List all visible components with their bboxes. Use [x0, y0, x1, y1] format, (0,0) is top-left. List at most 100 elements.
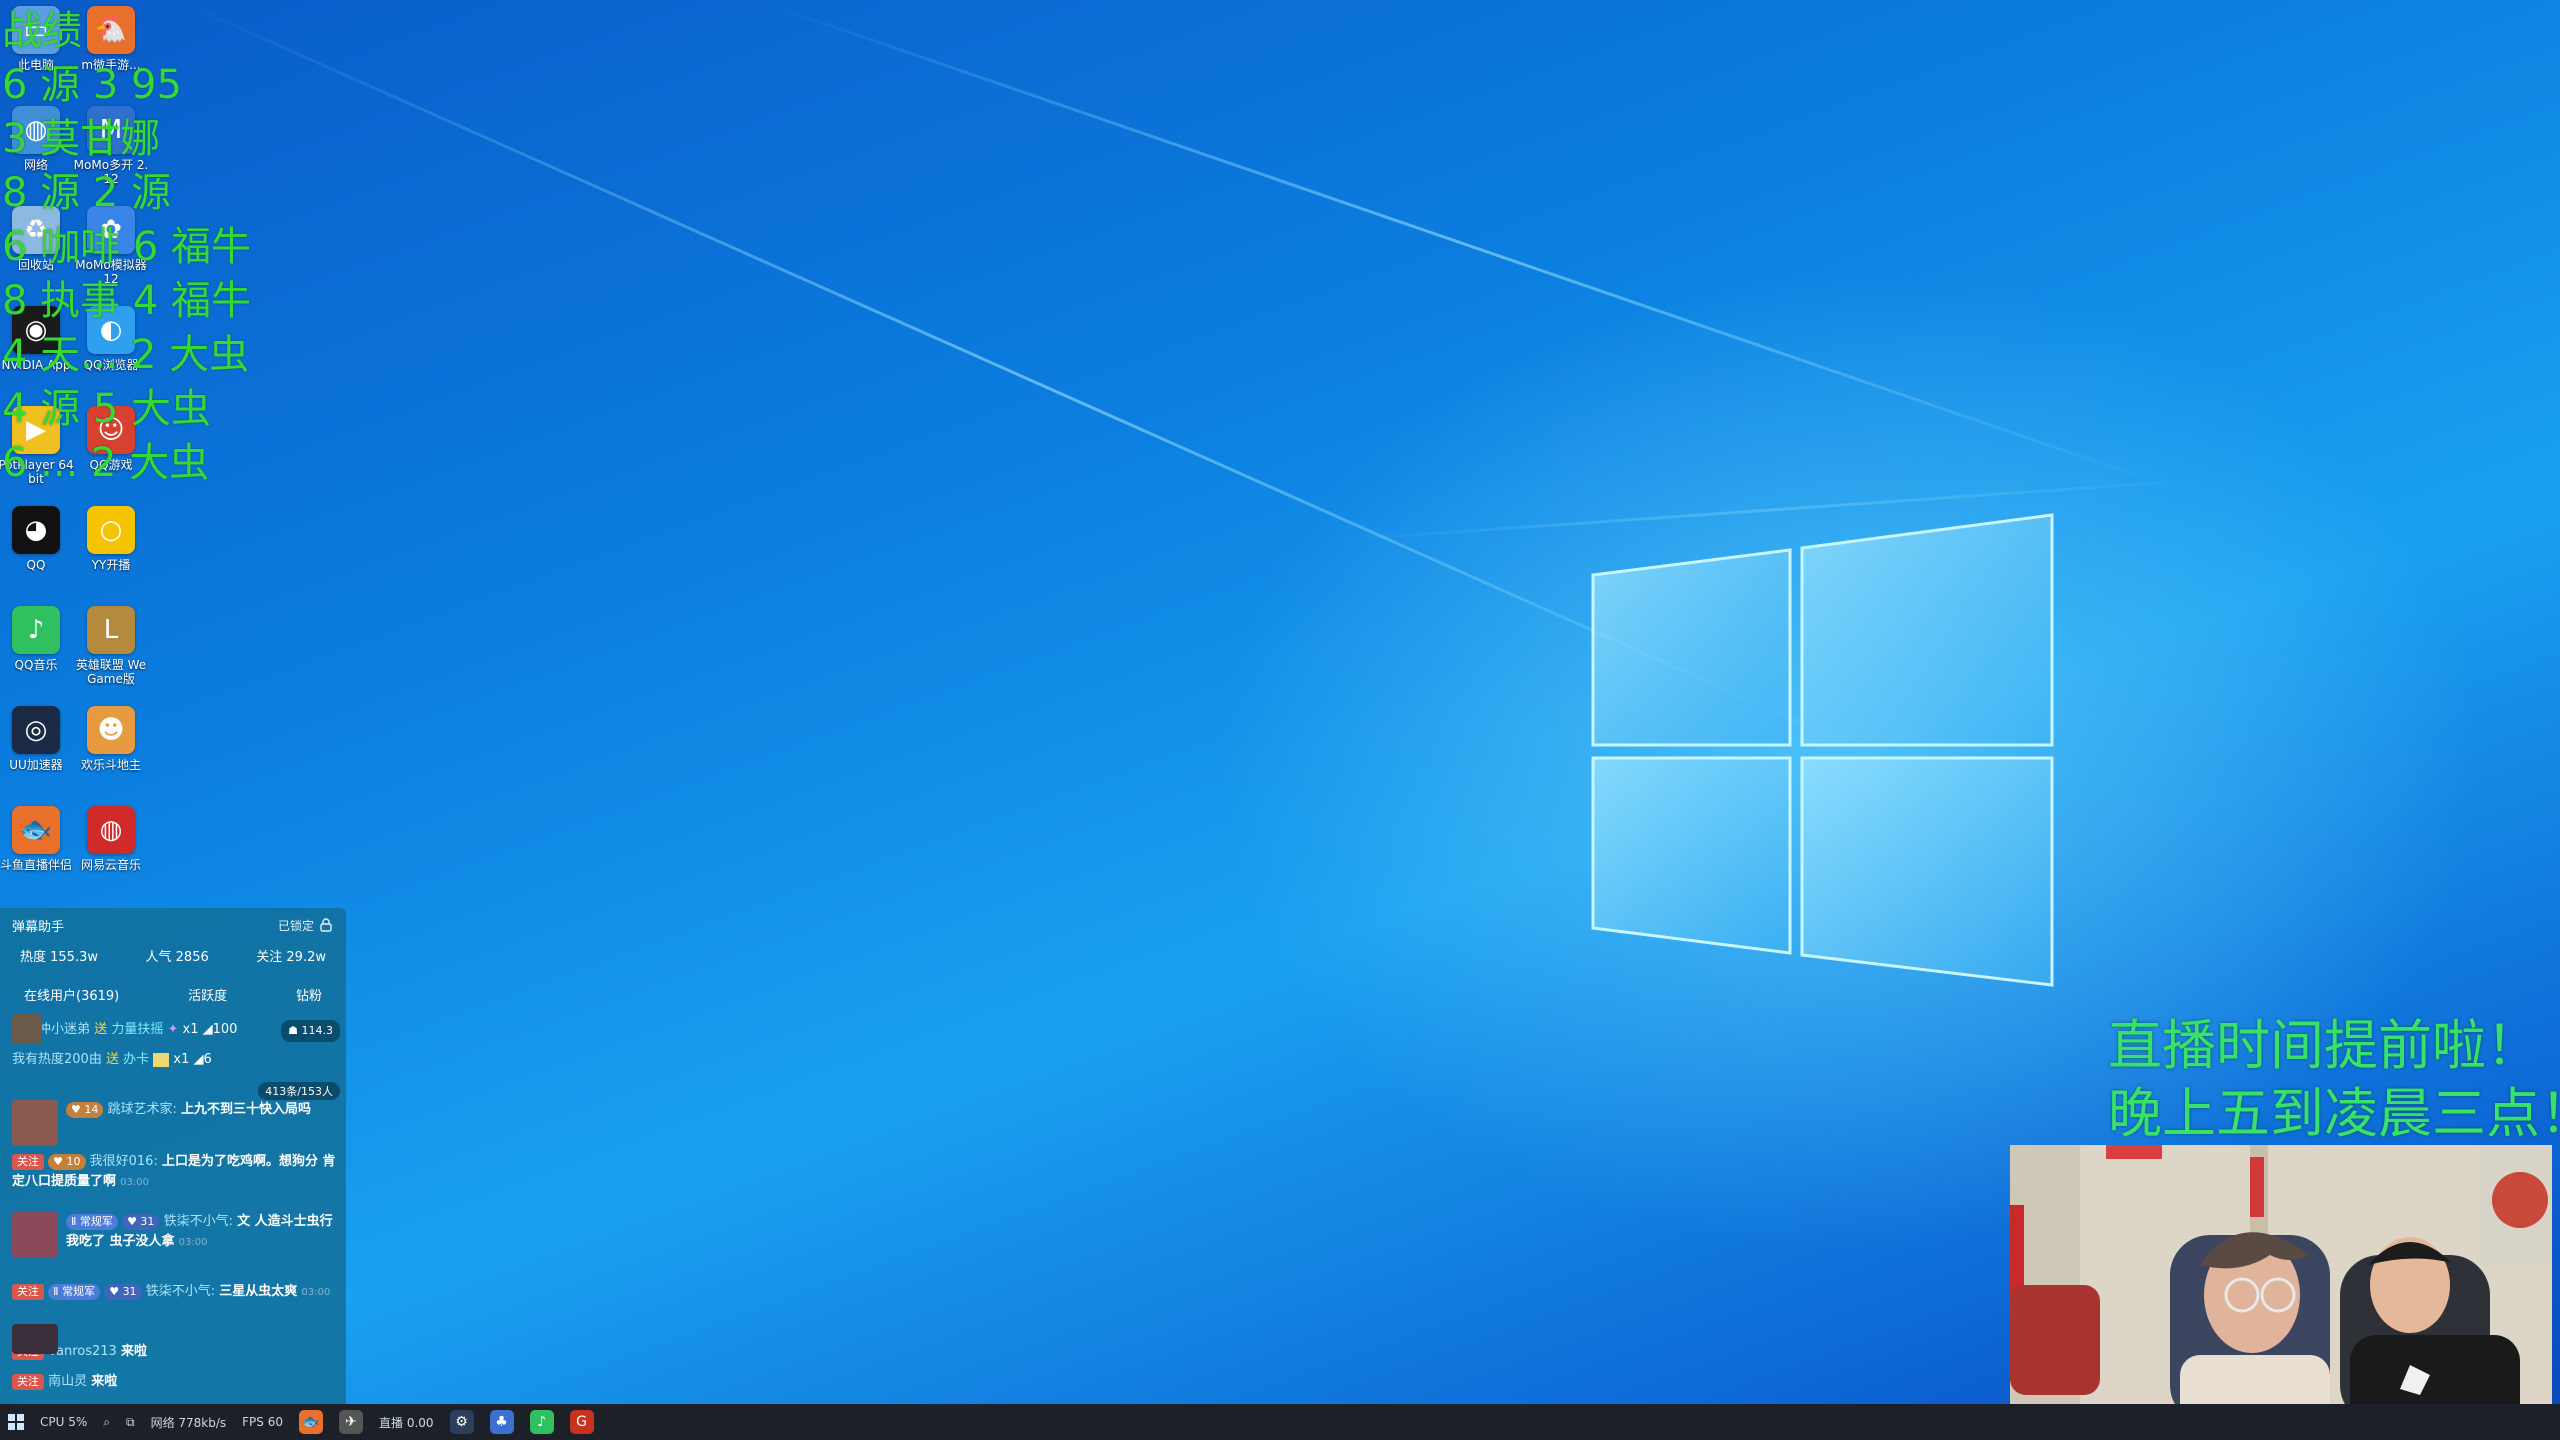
fps-readout: FPS 60: [242, 1415, 283, 1429]
fan-badge: Ⅱ 常规军: [66, 1213, 118, 1230]
gift-user: 我有热度200由: [12, 1052, 102, 1067]
desktop-icon-label: 斗鱼直播伴侣: [0, 858, 72, 872]
webcam-feed: [2010, 1145, 2552, 1435]
chat-messages[interactable]: 冲冲冲小迷弟 送 力量扶摇 ✦ x1 ◢100 ☗ 114.3 我有热度200由…: [0, 1014, 346, 1398]
message-time: 03:00: [120, 1177, 149, 1188]
taskbar-app-g[interactable]: G: [562, 1404, 602, 1440]
desktop-icon[interactable]: ☻ 欢乐斗地主: [73, 706, 149, 772]
taskbar-app-douyu[interactable]: 🐟: [291, 1404, 331, 1440]
chat-title: 弹幕助手: [12, 919, 65, 935]
chat-message: 关注 Vanros213 来啦: [0, 1324, 346, 1372]
chat-lock-toggle[interactable]: 已锁定: [278, 917, 332, 934]
fan-badge-icon: Ⅱ: [71, 1214, 77, 1228]
steam-icon: ⚙: [449, 1410, 474, 1434]
network-readout: 网络 778kb/s: [150, 1415, 227, 1430]
level-value: 31: [122, 1284, 137, 1298]
desktop-icon[interactable]: ◍ 网易云音乐: [73, 806, 149, 872]
chat-message: 关注 南山灵 来啦: [0, 1372, 346, 1398]
lock-label: 已锁定: [277, 918, 314, 933]
stats-line: 6 源 3 95: [2, 62, 182, 108]
gift-name: 办卡: [123, 1052, 150, 1067]
gift-value: 100: [212, 1022, 238, 1037]
tab-diamond-fans[interactable]: 钻粉: [296, 985, 322, 1004]
uu-accelerator-icon: ◎: [12, 706, 60, 754]
taskbar-app-steam[interactable]: ⚙: [442, 1404, 482, 1440]
avatar: [12, 1212, 58, 1258]
chat-stats: 热度 155.3w 人气 2856 关注 29.2w: [0, 936, 346, 965]
cpu-readout: CPU 5%: [40, 1415, 88, 1429]
stream-announcement: 直播时间提前啦！ 晚上五到凌晨三点！: [2108, 1012, 2560, 1148]
gift-value: 6: [203, 1052, 212, 1067]
task-view-button[interactable]: ⧉: [118, 1404, 143, 1440]
g-app-icon: G: [569, 1410, 594, 1434]
stats-line: 8 执事 4 福牛: [2, 278, 252, 324]
search-icon: ⌕: [103, 1414, 110, 1429]
message-count-pill: 413条/153人: [258, 1082, 340, 1100]
level-badge: ♥ 10: [48, 1153, 86, 1170]
follow-badge: 关注: [12, 1283, 44, 1300]
gift-action: 送: [105, 1052, 119, 1067]
stats-line: 6 ... 2 大虫: [2, 440, 210, 486]
taskbar-app-qqmusic[interactable]: ♪: [522, 1404, 562, 1440]
desktop-icon[interactable]: ○ YY开播: [73, 506, 149, 572]
desktop-icon[interactable]: 🐟 斗鱼直播伴侣: [0, 806, 74, 872]
message-text: 上九不到三十快入局吗: [181, 1102, 312, 1117]
follow-badge: 关注: [12, 1373, 44, 1390]
card-icon: [153, 1052, 170, 1067]
desktop-icon[interactable]: ◕ QQ: [0, 506, 74, 572]
level-badge: ♥ 31: [104, 1283, 142, 1300]
stats-line: 3 莫甘娜: [2, 116, 161, 162]
announcement-line: 直播时间提前啦！: [2108, 1014, 2540, 1077]
message-user: 南山灵: [48, 1374, 88, 1389]
tab-online-users[interactable]: 在线用户(3619): [24, 985, 119, 1004]
chat-message: ♥ 14 跳球艺术家: 上九不到三十快入局吗: [0, 1100, 346, 1152]
stats-line: 8 源 2 源: [2, 170, 172, 216]
popularity-stat: 人气 2856: [145, 950, 209, 965]
doudizhu-icon: ☻: [87, 706, 135, 754]
wallpaper-beam: [759, 0, 2179, 492]
windows-start-icon: [8, 1414, 24, 1430]
level-value: 10: [66, 1154, 81, 1168]
stats-line: 战绩: [2, 8, 82, 54]
announcement-line: 晚上五到凌晨三点！: [2108, 1082, 2560, 1145]
desktop[interactable]: ▭ 此电脑 🐔 m微手游... ◍ 网络 M MoMo多开 2.12 ♻ 回收站 ✿ MoMo模拟器1…: [0, 0, 2560, 1440]
taskbar: CPU 5% ⌕ ⧉ 网络 778kb/s FPS 60 🐟 ✈ 直播 0.00…: [0, 1404, 2560, 1440]
chat-header: 弹幕助手 已锁定: [0, 908, 346, 936]
qq-music-icon: ♪: [529, 1410, 554, 1434]
avatar: [12, 1100, 58, 1146]
search-button[interactable]: ⌕: [95, 1404, 118, 1440]
message-user: 我很好016:: [89, 1154, 158, 1169]
danmaku-chat-panel[interactable]: 弹幕助手 已锁定 热度 155.3w 人气 2856 关注 29.2w 在线用户…: [0, 908, 346, 1404]
message-text: 来啦: [91, 1374, 118, 1389]
qq-music-icon: ♪: [12, 606, 60, 654]
gift-count: x1: [173, 1052, 190, 1067]
stats-line: 4 天... 2 大虫: [2, 332, 250, 378]
league-icon: L: [87, 606, 135, 654]
windows-logo: [1591, 513, 2054, 987]
game-icon: ♣: [489, 1410, 514, 1434]
gift-icon: ✦: [167, 1022, 179, 1037]
level-value: 14: [84, 1102, 99, 1116]
avatar: [12, 1014, 42, 1044]
level-badge: ♥ 14: [66, 1101, 104, 1118]
qq-penguin-icon: ◕: [12, 506, 60, 554]
desktop-icon[interactable]: ♪ QQ音乐: [0, 606, 74, 672]
desktop-icon[interactable]: L 英雄联盟 WeGame版: [73, 606, 149, 686]
level-value: 31: [140, 1214, 155, 1228]
taskbar-app-live[interactable]: ✈: [331, 1404, 371, 1440]
desktop-icon[interactable]: ◎ UU加速器: [0, 706, 74, 772]
tab-activity[interactable]: 活跃度: [188, 985, 227, 1004]
gift-pill-icon: ☗: [288, 1024, 298, 1037]
desktop-icon-label: QQ: [26, 558, 46, 572]
follow-stat: 关注 29.2w: [256, 950, 326, 965]
message-user: Vanros213: [48, 1344, 117, 1359]
message-time: 03:00: [301, 1287, 331, 1298]
level-badge: ♥ 31: [122, 1213, 160, 1230]
start-button[interactable]: [0, 1404, 32, 1440]
gift-name: 力量扶摇: [111, 1022, 164, 1037]
webcam-scene: [2010, 1145, 2552, 1435]
desktop-icon-label: 英雄联盟 WeGame版: [75, 658, 147, 686]
taskbar-app-game[interactable]: ♣: [482, 1404, 522, 1440]
chat-tabs: 在线用户(3619) 活跃度 钻粉: [0, 965, 346, 1004]
follow-badge: 关注: [12, 1153, 44, 1170]
